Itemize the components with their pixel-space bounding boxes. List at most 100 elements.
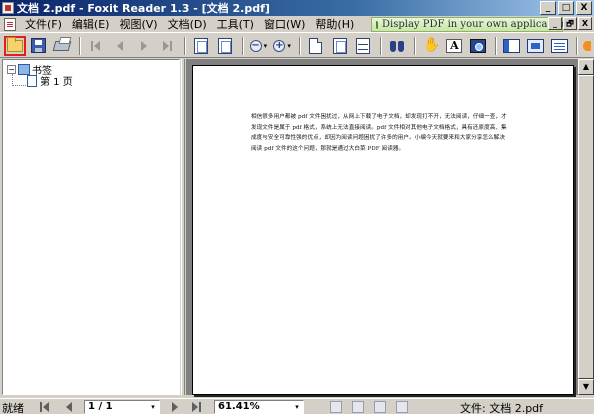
last-page-button[interactable] bbox=[156, 36, 178, 56]
leaf-icon bbox=[376, 20, 378, 29]
doc-close-button[interactable]: X bbox=[578, 17, 592, 30]
maximize-button[interactable]: □ bbox=[558, 1, 574, 15]
menu-tools[interactable]: 工具(T) bbox=[212, 16, 259, 32]
toolbar-separator bbox=[241, 36, 244, 55]
dropdown-arrow-icon[interactable]: ▾ bbox=[292, 402, 302, 412]
pane-splitter[interactable] bbox=[181, 59, 185, 395]
zoom-out-icon: − bbox=[249, 39, 262, 52]
prev-page-button[interactable] bbox=[109, 36, 131, 56]
vertical-scrollbar[interactable]: ▲ ▼ bbox=[578, 59, 594, 395]
properties-icon bbox=[550, 38, 568, 53]
first-page-button[interactable] bbox=[85, 36, 107, 56]
print-button[interactable] bbox=[51, 36, 73, 56]
status-ready: 就绪 bbox=[2, 402, 24, 414]
banner-text: Display PDF in your own applications bbox=[382, 19, 573, 30]
foxit-app-icon bbox=[2, 2, 14, 14]
text-select-button[interactable]: A bbox=[444, 36, 466, 56]
toolbar-separator bbox=[576, 36, 579, 55]
menu-document[interactable]: 文档(D) bbox=[163, 16, 212, 32]
menu-window[interactable]: 窗口(W) bbox=[259, 16, 310, 32]
actual-size-icon bbox=[309, 37, 323, 54]
status-last-page-icon[interactable] bbox=[192, 402, 202, 412]
dropdown-arrow-icon: ▾ bbox=[287, 41, 291, 50]
fit-width-button[interactable] bbox=[352, 36, 374, 56]
doc-minimize-button[interactable]: _ bbox=[548, 17, 562, 30]
find-button[interactable] bbox=[386, 36, 408, 56]
close-button[interactable]: X bbox=[576, 1, 592, 15]
title-bar: 文档 2.pdf - Foxit Reader 1.3 - [文档 2.pdf]… bbox=[0, 0, 594, 16]
bookmark-page-1[interactable]: 第 1 页 bbox=[27, 73, 73, 88]
find-icon bbox=[389, 39, 405, 53]
menu-view[interactable]: 视图(V) bbox=[114, 16, 162, 32]
rotate-back-icon bbox=[217, 37, 232, 54]
zoom-out-button[interactable]: − ▾ bbox=[248, 36, 270, 56]
collapse-icon[interactable]: − bbox=[7, 65, 16, 74]
bookmark-panel-icon bbox=[503, 38, 521, 53]
continuous-view-icon[interactable] bbox=[352, 401, 364, 413]
minimize-button[interactable]: _ bbox=[540, 1, 556, 15]
toolbar-separator bbox=[494, 36, 497, 55]
next-page-button[interactable] bbox=[133, 36, 155, 56]
print-icon bbox=[53, 40, 72, 51]
bookmark-pane[interactable]: − 书签 第 1 页 bbox=[2, 59, 180, 395]
status-prev-page-icon[interactable] bbox=[64, 402, 74, 412]
hand-tool-button[interactable]: ✋ bbox=[420, 36, 442, 56]
fullscreen-icon bbox=[527, 38, 545, 53]
continuous-facing-view-icon[interactable] bbox=[396, 401, 408, 413]
hand-tool-icon: ✋ bbox=[423, 37, 441, 53]
fullscreen-button[interactable] bbox=[525, 36, 547, 56]
status-bar: 就绪 1 / 1 ▾ 61.41% ▾ 文件: 文档 2.pdf bbox=[0, 398, 594, 414]
document-view[interactable]: 相信很多用户都被 pdf 文件困扰过，从网上下载了电子文档，却发现打不开，无法阅… bbox=[186, 59, 578, 395]
text-select-icon: A bbox=[446, 38, 463, 53]
document-menu-icon[interactable] bbox=[4, 17, 16, 31]
menu-help[interactable]: 帮助(H) bbox=[310, 16, 359, 32]
zoom-in-button[interactable]: + ▾ bbox=[271, 36, 293, 56]
fit-width-icon bbox=[356, 37, 371, 54]
tree-connector bbox=[12, 85, 26, 86]
toolbar-separator bbox=[79, 36, 82, 55]
page-number-field[interactable]: 1 / 1 ▾ bbox=[84, 400, 160, 414]
bookmark-page-label: 第 1 页 bbox=[40, 77, 73, 88]
zoom-level-field[interactable]: 61.41% ▾ bbox=[214, 400, 304, 414]
doc-restore-button[interactable]: 🗗 bbox=[563, 17, 577, 30]
page-icon bbox=[27, 74, 37, 87]
open-icon bbox=[6, 36, 23, 52]
snapshot-icon bbox=[470, 38, 487, 53]
dropdown-arrow-icon[interactable]: ▾ bbox=[148, 402, 158, 412]
page-body-text: 相信很多用户都被 pdf 文件困扰过，从网上下载了电子文档，却发现打不开，无法阅… bbox=[251, 114, 507, 152]
save-button[interactable] bbox=[28, 36, 50, 56]
next-page-icon bbox=[138, 40, 150, 52]
extra-tool-icon bbox=[583, 40, 592, 51]
scroll-down-button[interactable]: ▼ bbox=[578, 379, 594, 395]
dropdown-arrow-icon: ▾ bbox=[263, 41, 268, 50]
fit-page-button[interactable] bbox=[329, 36, 351, 56]
snapshot-button[interactable] bbox=[467, 36, 489, 56]
scroll-thumb[interactable] bbox=[578, 75, 594, 379]
page-number-value: 1 / 1 bbox=[88, 401, 113, 412]
facing-view-icon[interactable] bbox=[374, 401, 386, 413]
zoom-in-icon: + bbox=[273, 39, 286, 52]
status-next-page-icon[interactable] bbox=[170, 402, 180, 412]
pdf-page: 相信很多用户都被 pdf 文件困扰过，从网上下载了电子文档，却发现打不开，无法阅… bbox=[192, 65, 574, 395]
menu-file[interactable]: 文件(F) bbox=[20, 16, 67, 32]
status-first-page-icon[interactable] bbox=[40, 402, 50, 412]
rotate-button[interactable] bbox=[190, 36, 212, 56]
ad-banner[interactable]: Display PDF in your own applications bbox=[371, 17, 572, 32]
toolbar-separator bbox=[413, 36, 416, 55]
first-page-icon bbox=[90, 40, 102, 52]
toolbar-separator bbox=[184, 36, 187, 55]
rotate-back-button[interactable] bbox=[214, 36, 236, 56]
window-title: 文档 2.pdf - Foxit Reader 1.3 - [文档 2.pdf] bbox=[17, 2, 270, 15]
status-file-name: 文件: 文档 2.pdf bbox=[460, 402, 544, 414]
single-page-view-icon[interactable] bbox=[330, 401, 342, 413]
last-page-icon bbox=[161, 40, 173, 52]
open-button[interactable] bbox=[4, 35, 26, 56]
toolbar: − ▾ + ▾ ✋ A bbox=[0, 34, 594, 58]
bookmark-panel-button[interactable] bbox=[501, 36, 523, 56]
extra-tool-button[interactable] bbox=[582, 36, 592, 56]
properties-button[interactable] bbox=[548, 36, 570, 56]
scroll-up-button[interactable]: ▲ bbox=[578, 59, 594, 75]
menu-edit[interactable]: 编辑(E) bbox=[67, 16, 115, 32]
prev-page-icon bbox=[114, 40, 126, 52]
actual-size-button[interactable] bbox=[305, 36, 327, 56]
